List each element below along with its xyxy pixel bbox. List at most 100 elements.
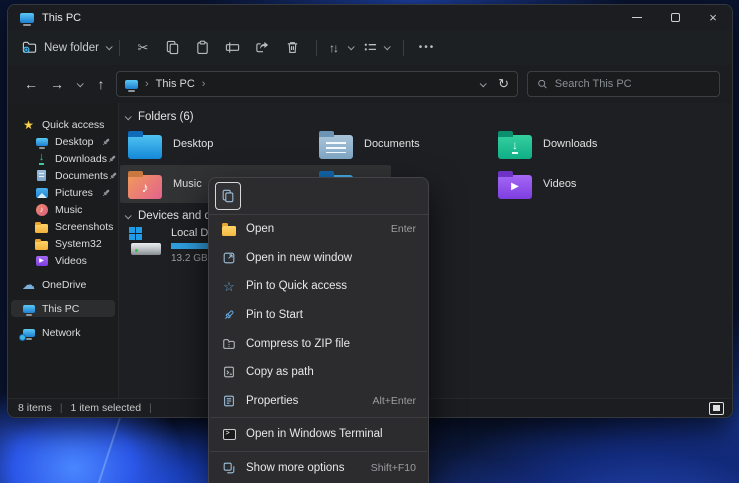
navigation-pane: ★ Quick access Desktop ↓ Downloads Docum… [8,103,119,398]
new-folder-button[interactable]: New folder [22,40,111,55]
trash-icon [285,40,300,55]
windows-logo-icon [129,227,142,240]
thumbnail-view-button[interactable] [709,402,724,415]
cut-button[interactable]: ✂ [128,36,158,60]
sidebar-item-network[interactable]: Network [8,324,118,341]
sort-icon: ↑↓ [329,41,337,55]
selection-count: 1 item selected [70,402,141,414]
address-dropdown-icon[interactable] [480,80,487,87]
desktop-icon [34,138,49,146]
menu-item-pin-to-start[interactable]: Pin to Start [209,301,428,330]
window-controls: × [618,5,732,30]
sidebar-item-videos[interactable]: ▶ Videos [8,252,118,269]
videos-icon: ▶ [34,256,49,266]
toolbar-divider [119,40,120,56]
star-icon: ★ [21,119,36,131]
chevron-down-icon [106,43,113,50]
context-menu-command-strip [209,178,428,215]
refresh-button[interactable]: ↻ [498,76,509,92]
menu-item-compress-zip[interactable]: Compress to ZIP file [209,329,428,358]
onedrive-cloud-icon: ☁ [21,278,36,291]
breadcrumb-this-pc[interactable]: This PC [156,78,195,90]
menu-item-open-windows-terminal[interactable]: > Open in Windows Terminal [209,420,428,449]
downloads-icon: ↓ [34,152,49,165]
sidebar-item-desktop[interactable]: Desktop [8,133,118,150]
pin-to-start-icon [220,309,238,321]
menu-item-open-new-window[interactable]: Open in new window [209,244,428,273]
share-button[interactable] [248,36,278,60]
copy-button[interactable] [215,182,241,210]
up-button[interactable]: ↑ [88,72,114,96]
recent-locations-button[interactable] [70,72,88,96]
command-bar: New folder ✂ ↑↓ ••• [8,30,732,65]
music-icon: ♪ [34,204,49,216]
forward-button[interactable]: → [44,72,70,96]
large-icons-view-icon [709,402,724,415]
collapse-chevron-icon [125,212,132,219]
menu-item-pin-to-quick-access[interactable]: ☆ Pin to Quick access [209,272,428,301]
copy-icon [165,40,180,55]
maximize-icon [671,13,680,22]
paste-button[interactable] [188,36,218,60]
title-bar[interactable]: This PC × [8,5,732,30]
sidebar-item-screenshots[interactable]: Screenshots [8,218,118,235]
folder-tile-desktop[interactable]: Desktop [120,125,221,163]
this-pc-icon [21,305,36,313]
cut-icon: ✂ [138,41,149,54]
zip-folder-icon [220,337,238,351]
window-title: This PC [42,12,81,24]
sidebar-item-pictures[interactable]: Pictures [8,184,118,201]
address-bar[interactable]: › This PC › ↻ [116,71,518,97]
folder-icon [34,238,49,250]
sidebar-item-onedrive[interactable]: ☁ OneDrive [8,276,118,293]
sidebar-item-this-pc[interactable]: This PC [11,300,115,317]
folder-tile-videos[interactable]: ▶ Videos [490,165,584,203]
copy-as-path-icon [220,365,238,379]
toolbar-divider [316,40,317,56]
status-divider: | [149,403,152,414]
sort-button[interactable]: ↑↓ [325,36,357,60]
breadcrumb-separator: › [202,78,206,90]
back-button[interactable]: ← [18,72,44,96]
sidebar-item-documents[interactable]: Documents [8,167,118,184]
windows-terminal-icon: > [220,429,238,440]
properties-icon [220,394,238,408]
new-folder-label: New folder [44,42,99,54]
copy-button[interactable] [158,36,188,60]
this-pc-icon [125,80,138,89]
search-input[interactable] [555,78,710,90]
network-icon [21,329,36,337]
view-options-icon [363,40,378,55]
context-menu: Open Enter Open in new window ☆ Pin to Q… [208,177,429,483]
sidebar-item-downloads[interactable]: ↓ Downloads [8,150,118,167]
menu-item-properties[interactable]: Properties Alt+Enter [209,387,428,416]
minimize-button[interactable] [618,5,656,30]
folder-tile-downloads[interactable]: ↓ Downloads [490,125,605,163]
close-button[interactable]: × [694,5,732,30]
view-button[interactable] [357,36,395,60]
pictures-icon [34,188,49,198]
rename-button[interactable] [218,36,248,60]
folders-section-title: Folders (6) [138,111,194,123]
menu-item-show-more-options[interactable]: Show more options Shift+F10 [209,454,428,483]
menu-item-copy-as-path[interactable]: Copy as path [209,358,428,387]
menu-item-open[interactable]: Open Enter [209,215,428,244]
desktop: This PC × New folder ✂ ↑↓ [0,0,739,483]
minimize-icon [632,17,642,18]
delete-button[interactable] [278,36,308,60]
sidebar-item-quick-access[interactable]: ★ Quick access [8,116,118,133]
folder-icon [34,221,49,233]
documents-folder-icon [319,135,353,159]
open-new-window-icon [220,251,238,265]
folders-section-header[interactable]: Folders (6) [125,111,194,123]
pin-icon [101,137,111,147]
search-box[interactable] [527,71,720,97]
sidebar-item-music[interactable]: ♪ Music [8,201,118,218]
sidebar-item-system32[interactable]: System32 [8,235,118,252]
maximize-button[interactable] [656,5,694,30]
see-more-button[interactable]: ••• [412,36,442,60]
downloads-folder-icon: ↓ [498,135,532,159]
folder-tile-documents[interactable]: Documents [311,125,428,163]
copy-icon [221,189,235,203]
menu-separator [210,417,427,418]
